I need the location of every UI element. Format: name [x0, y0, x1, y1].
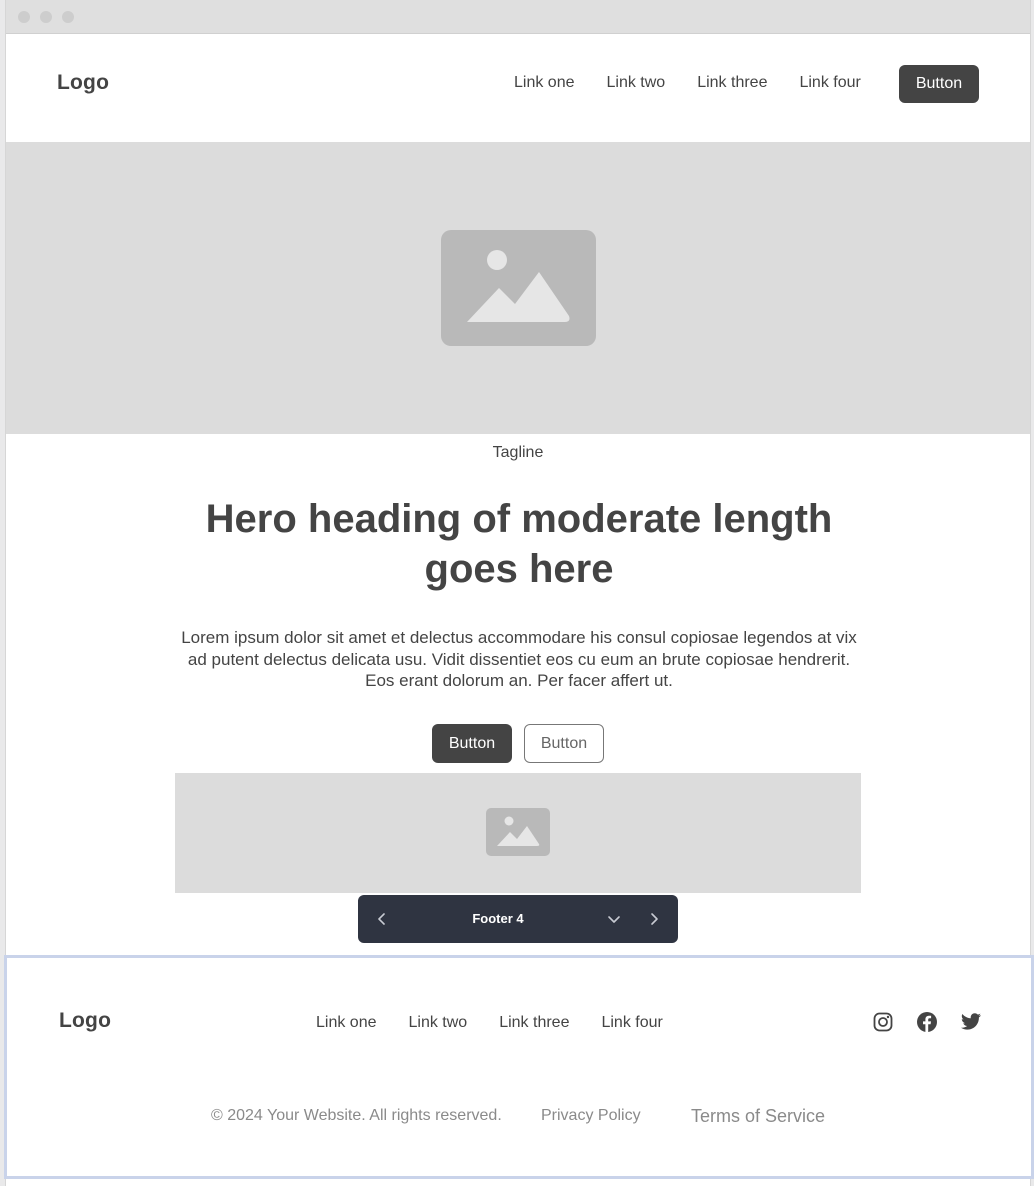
- secondary-image-placeholder: [175, 773, 861, 893]
- window-titlebar: [6, 0, 1030, 34]
- image-icon: [441, 230, 596, 346]
- nav-link-two[interactable]: Link two: [607, 74, 666, 92]
- facebook-icon[interactable]: [915, 1010, 939, 1034]
- footer-link-four[interactable]: Link four: [601, 1014, 662, 1032]
- site-footer: Logo Link one Link two Link three Link f…: [4, 955, 1034, 1179]
- hero-secondary-button[interactable]: Button: [524, 724, 604, 763]
- nav-logo[interactable]: Logo: [57, 71, 109, 95]
- twitter-icon[interactable]: [959, 1010, 983, 1034]
- browser-window: Logo Link one Link two Link three Link f…: [4, 0, 1034, 1186]
- chevron-down-icon[interactable]: [602, 907, 626, 931]
- footer-link-three[interactable]: Link three: [499, 1014, 569, 1032]
- hero-heading: Hero heading of moderate length goes her…: [205, 497, 833, 591]
- footer-links: Link one Link two Link three Link four: [316, 1014, 695, 1032]
- footer-link-one[interactable]: Link one: [316, 1014, 377, 1032]
- nav-link-four[interactable]: Link four: [799, 74, 860, 92]
- copyright-text: © 2024 Your Website. All rights reserved…: [211, 1107, 502, 1124]
- hero-body-text: Lorem ipsum dolor sit amet et delectus a…: [181, 628, 857, 690]
- window-close-dot[interactable]: [18, 11, 30, 23]
- terms-of-service-link[interactable]: Terms of Service: [691, 1106, 825, 1127]
- nav-link-three[interactable]: Link three: [697, 74, 767, 92]
- top-navbar: Logo Link one Link two Link three Link f…: [6, 34, 1030, 142]
- nav-link-one[interactable]: Link one: [514, 74, 575, 92]
- window-minimize-dot[interactable]: [40, 11, 52, 23]
- nav-button[interactable]: Button: [899, 65, 979, 103]
- hero-image-placeholder: [6, 142, 1030, 434]
- nav-links: Link one Link two Link three Link four: [514, 74, 893, 92]
- image-icon: [486, 808, 550, 856]
- chevron-right-icon[interactable]: [642, 907, 666, 931]
- window-maximize-dot[interactable]: [62, 11, 74, 23]
- instagram-icon[interactable]: [871, 1010, 895, 1034]
- privacy-policy-link[interactable]: Privacy Policy: [541, 1107, 641, 1125]
- chevron-left-icon[interactable]: [370, 907, 394, 931]
- hero-tagline: Tagline: [492, 444, 544, 461]
- toolbar-section-label: Footer 4: [472, 911, 524, 926]
- section-switcher-toolbar: Footer 4: [358, 895, 678, 943]
- footer-logo[interactable]: Logo: [59, 1009, 111, 1033]
- hero-primary-button[interactable]: Button: [432, 724, 512, 763]
- footer-link-two[interactable]: Link two: [409, 1014, 468, 1032]
